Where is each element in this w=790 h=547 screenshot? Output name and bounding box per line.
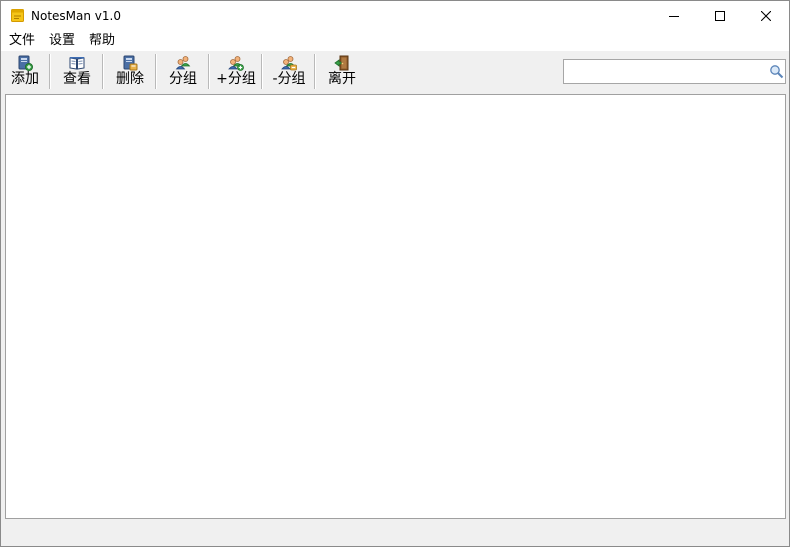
notes-list-area[interactable] <box>5 94 786 519</box>
open-book-icon <box>69 57 85 70</box>
minimize-icon <box>669 16 679 17</box>
toolbar-separator <box>102 54 104 89</box>
close-button[interactable] <box>743 1 789 31</box>
add-button[interactable]: 添加 <box>6 53 44 91</box>
search-icon[interactable] <box>769 64 784 79</box>
toolbar-separator <box>49 54 51 89</box>
title-bar[interactable]: NotesMan v1.0 <box>1 1 789 31</box>
add-button-label: 添加 <box>11 71 39 87</box>
add-group-button-label: +分组 <box>216 71 256 87</box>
add-group-icon <box>228 56 244 71</box>
remove-group-button[interactable]: -分组 <box>267 53 311 91</box>
group-users-icon <box>175 56 191 70</box>
close-icon <box>761 11 771 21</box>
view-button[interactable]: 查看 <box>58 53 96 91</box>
exit-button-label: 离开 <box>328 71 356 87</box>
remove-group-icon <box>281 56 297 71</box>
add-group-button[interactable]: +分组 <box>214 53 258 91</box>
menu-bar: 文件 设置 帮助 <box>1 31 789 51</box>
menu-file[interactable]: 文件 <box>7 33 37 49</box>
toolbar-separator <box>155 54 157 89</box>
toolbar: 添加 查看 删除 分组 +分组 -分组 离开 <box>1 51 789 93</box>
search-box[interactable] <box>563 59 786 84</box>
delete-button[interactable]: 删除 <box>111 53 149 91</box>
maximize-button[interactable] <box>697 1 743 31</box>
delete-note-icon <box>123 55 138 71</box>
exit-door-icon <box>334 55 349 71</box>
menu-help[interactable]: 帮助 <box>87 33 117 49</box>
delete-button-label: 删除 <box>116 71 144 87</box>
remove-group-button-label: -分组 <box>272 71 306 87</box>
menu-settings[interactable]: 设置 <box>47 33 77 49</box>
app-window: NotesMan v1.0 文件 设置 帮助 添加 查看 删除 分组 +分组 -… <box>0 0 790 547</box>
group-button[interactable]: 分组 <box>164 53 202 91</box>
sticky-note-icon <box>11 9 24 22</box>
view-button-label: 查看 <box>63 71 91 87</box>
toolbar-separator <box>208 54 210 89</box>
add-note-icon <box>18 55 33 71</box>
toolbar-separator <box>261 54 263 89</box>
minimize-button[interactable] <box>651 1 697 31</box>
group-button-label: 分组 <box>169 71 197 87</box>
maximize-icon <box>715 11 725 21</box>
window-title: NotesMan v1.0 <box>31 9 121 23</box>
status-bar <box>1 520 789 546</box>
search-input[interactable] <box>566 62 762 81</box>
exit-button[interactable]: 离开 <box>323 53 361 91</box>
toolbar-separator <box>314 54 316 89</box>
